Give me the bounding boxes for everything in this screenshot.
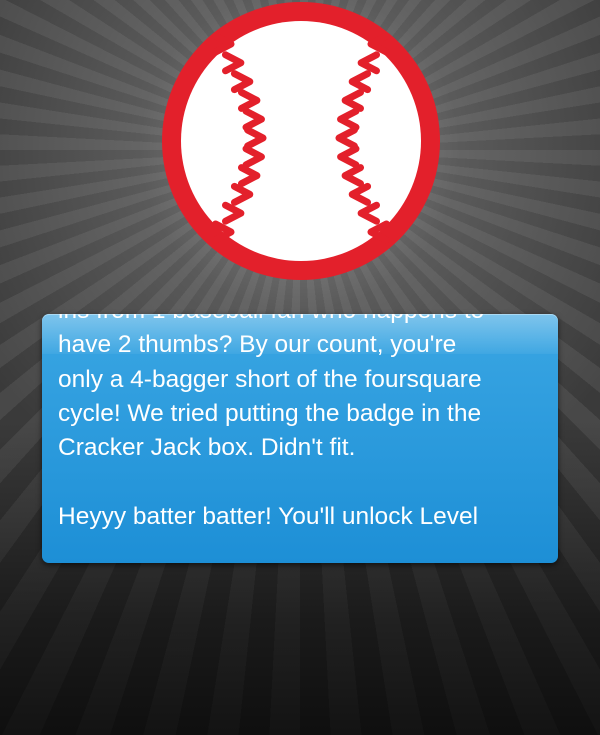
badge-description-text: ins from 1 baseball fan who happens to h… — [58, 314, 484, 530]
baseball-icon — [162, 2, 440, 280]
badge-description-card[interactable]: ins from 1 baseball fan who happens to h… — [42, 314, 558, 563]
